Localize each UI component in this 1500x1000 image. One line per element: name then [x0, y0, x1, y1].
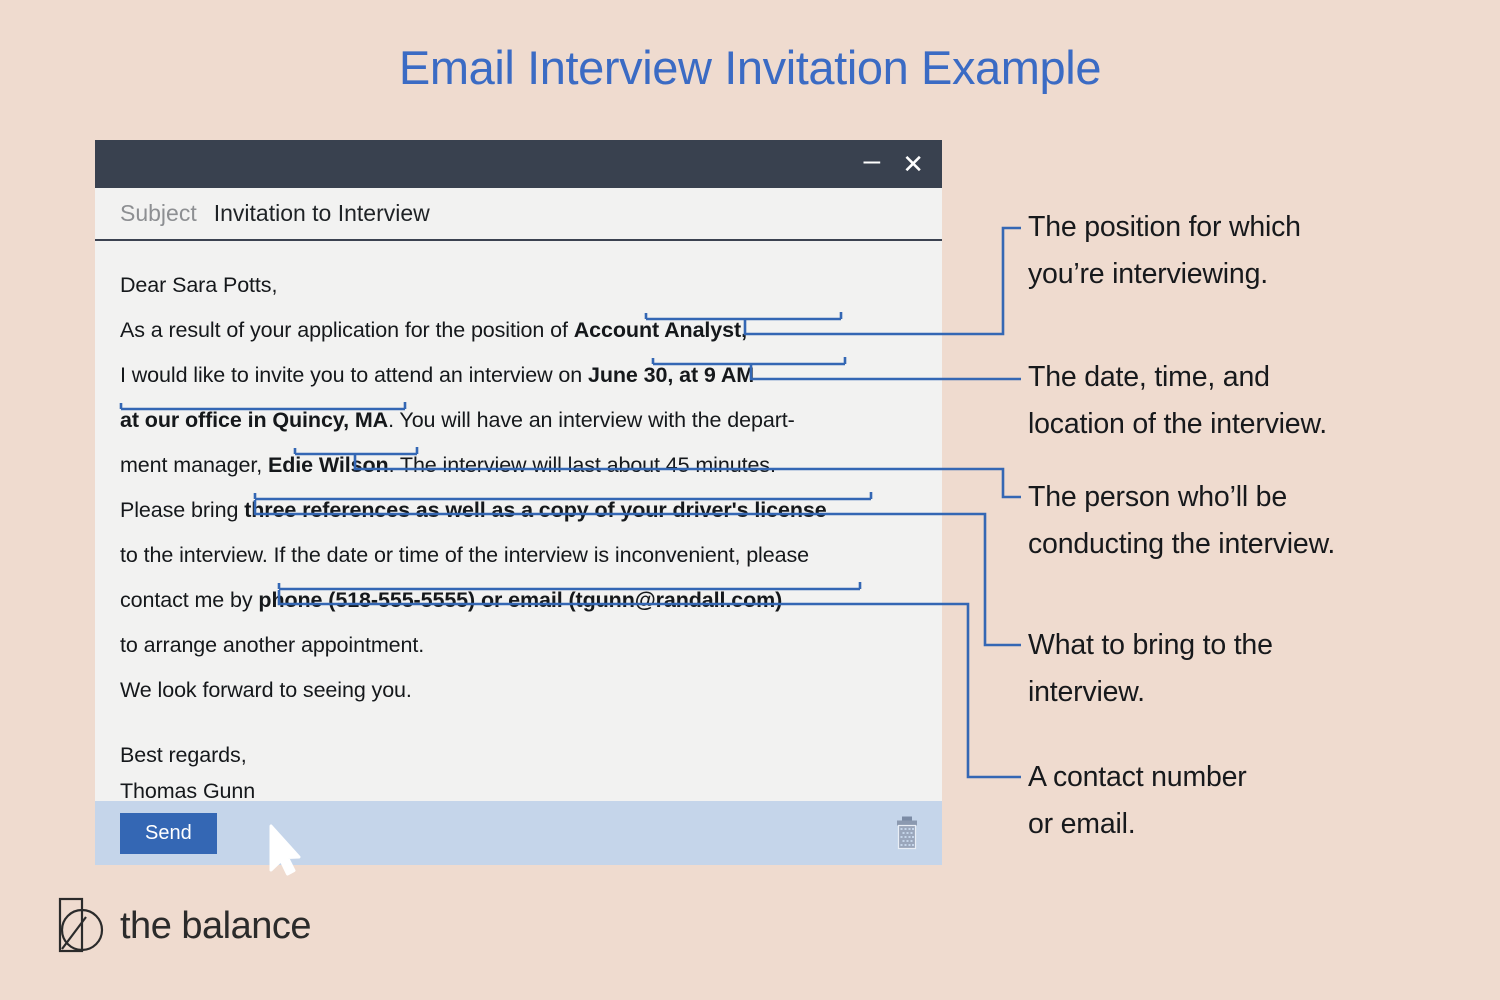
body-segment: Dear Sara Potts, [120, 273, 278, 297]
callout-line: A contact number [1028, 761, 1247, 793]
page-title: Email Interview Invitation Example [398, 41, 1102, 94]
body-segment: I would like to invite you to attend an … [120, 363, 588, 387]
body-line-contact: contact me by phone (518-555-5555) or em… [120, 578, 942, 623]
email-window-title-bar: – ✕ [95, 140, 942, 188]
callout-contact: A contact number or email. [1028, 754, 1247, 848]
brand-logo-text: the balance [120, 905, 312, 947]
body-segment: ment manager, [120, 453, 268, 477]
page-root: Email Interview Invitation Example – ✕ S… [0, 0, 1500, 1000]
body-segment-emphasis: phone (518-555-5555) or email (tgunn@ran… [258, 588, 783, 612]
body-segment: contact me by [120, 588, 259, 612]
balance-logo-mark [58, 897, 104, 953]
callout-line: The date, time, and [1028, 361, 1270, 393]
minimize-icon[interactable]: – [864, 146, 881, 176]
body-segment-emphasis: three references as well as a copy of yo… [244, 498, 827, 522]
subject-input[interactable]: Invitation to Interview [214, 200, 430, 227]
callout-bring: What to bring to the interview. [1028, 622, 1273, 716]
callout-interviewer: The person who’ll be conducting the inter… [1028, 474, 1335, 568]
email-signoff: Best regards, [120, 743, 247, 767]
email-body[interactable]: Dear Sara Potts, As a result of your appl… [95, 241, 942, 803]
body-segment: . The interview will last about 45 minut… [388, 453, 776, 477]
callout-line: or email. [1028, 808, 1136, 840]
email-footer: Send [95, 801, 942, 865]
body-line-greeting: Dear Sara Potts, [120, 263, 942, 308]
callout-line: interview. [1028, 676, 1145, 708]
body-line-invite: I would like to invite you to attend an … [120, 353, 942, 398]
body-line-application: As a result of your application for the … [120, 308, 942, 353]
send-button[interactable]: Send [120, 812, 217, 854]
body-segment: Please bring [120, 498, 245, 522]
body-line-reschedule: to the interview. If the date or time of… [120, 533, 942, 578]
body-segment: We look forward to seeing you. [120, 678, 412, 702]
body-segment-emphasis: at our office in Quincy, MA [120, 408, 389, 432]
body-line-forward: We look forward to seeing you. [120, 668, 942, 713]
body-segment-emphasis: Account Analyst, [573, 318, 747, 342]
subject-label: Subject [120, 200, 197, 226]
body-segment: . You will have an interview with the de… [388, 408, 795, 432]
trash-icon [897, 816, 917, 850]
callout-line: What to bring to the [1028, 629, 1273, 661]
callout-position: The position for which you’re interviewin… [1028, 204, 1301, 298]
body-segment: As a result of your application for the … [120, 318, 574, 342]
close-icon[interactable]: ✕ [902, 151, 924, 177]
callout-datetime: The date, time, and location of the inter… [1028, 354, 1327, 448]
body-line-arrange: to arrange another appointment. [120, 623, 942, 668]
body-segment: to the interview. If the date or time of… [120, 543, 809, 567]
callout-line: The person who’ll be [1028, 481, 1287, 513]
subject-bar: Subject Invitation to Interview [95, 188, 942, 241]
body-line-manager: ment manager, Edie Wilson. The interview… [120, 443, 942, 488]
brand-logo: the balance [58, 897, 312, 953]
body-segment: to arrange another appointment. [120, 633, 425, 657]
callout-line: conducting the interview. [1028, 528, 1336, 560]
body-line-location: at our office in Quincy, MA. You will ha… [120, 398, 942, 443]
body-segment-emphasis: Edie Wilson [268, 453, 389, 477]
email-body-lines: Dear Sara Potts, As a result of your appl… [120, 263, 942, 713]
callout-line: location of the interview. [1028, 408, 1327, 440]
email-compose-window: – ✕ Subject Invitation to Interview Dear… [95, 140, 942, 865]
callout-line: The position for which [1028, 211, 1301, 243]
body-line-bring: Please bring three references as well as… [120, 488, 942, 533]
body-segment-emphasis: June 30, at 9 AM [587, 363, 755, 387]
callout-line: you’re interviewing. [1028, 258, 1268, 290]
delete-draft-button[interactable] [894, 816, 920, 850]
